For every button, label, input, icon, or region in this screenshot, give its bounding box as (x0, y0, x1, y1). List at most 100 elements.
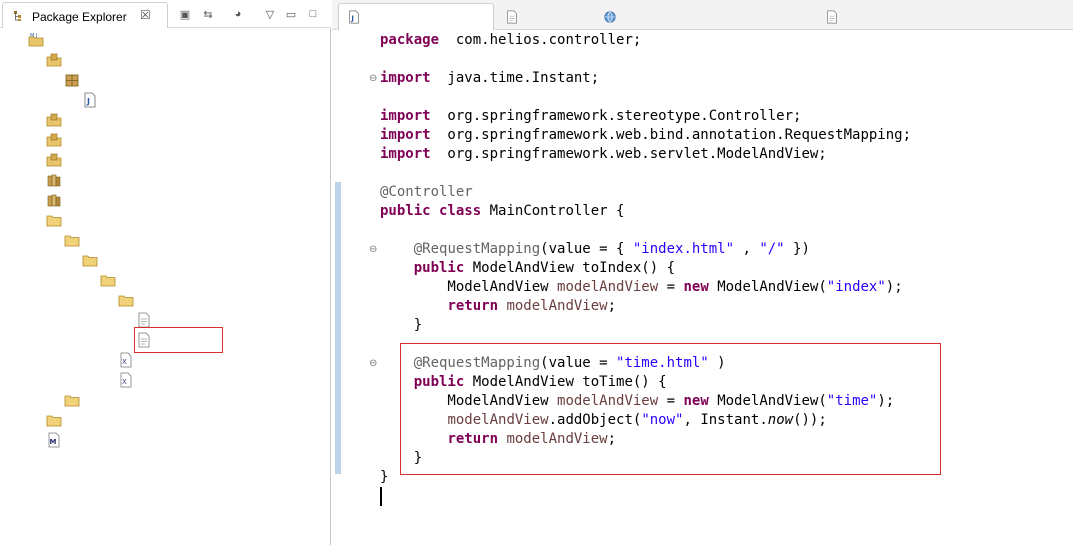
code-line[interactable]: import org.springframework.web.bind.anno… (380, 126, 911, 145)
editor-tab[interactable] (497, 3, 589, 30)
code-line[interactable]: import org.springframework.stereotype.Co… (380, 107, 801, 126)
code-line[interactable]: ModelAndView modelAndView = new ModelAnd… (380, 278, 903, 297)
code-line[interactable]: public ModelAndView toIndex() { (380, 259, 675, 278)
code-line[interactable]: } (380, 449, 422, 468)
string-token: "index" (826, 279, 886, 295)
code-token: , Instant. (683, 412, 768, 428)
editor-tab[interactable]: J (338, 3, 494, 30)
source-folder-icon (46, 52, 62, 68)
tree-item[interactable] (30, 110, 67, 130)
tree-item[interactable]: X (102, 370, 139, 390)
folder-icon (100, 272, 116, 288)
tree-item[interactable] (30, 130, 67, 150)
chevron-down-icon[interactable] (30, 50, 42, 70)
tree-item[interactable] (120, 330, 157, 350)
chevron-right-icon[interactable] (66, 90, 78, 110)
tree-item[interactable] (30, 190, 71, 210)
tree-item[interactable] (48, 390, 85, 410)
code-token: (value = (540, 355, 617, 371)
folder-icon (118, 292, 134, 308)
view-menu-icon[interactable]: ▽ (262, 6, 278, 22)
tree-item[interactable] (30, 170, 67, 190)
chevron-right-icon[interactable] (30, 410, 42, 430)
chevron-down-icon[interactable] (102, 290, 114, 310)
code-token: ModelAndView( (708, 279, 827, 295)
folder-icon (64, 392, 80, 408)
chevron-right-icon[interactable] (30, 110, 42, 130)
editor-tab[interactable] (595, 3, 810, 30)
keyword-token: import (380, 70, 431, 86)
fold-toggle-icon[interactable]: ⊖ (369, 240, 377, 259)
chevron-right-icon[interactable] (30, 170, 42, 190)
source-folder-icon (46, 132, 62, 148)
code-token: = (658, 393, 684, 409)
package-explorer-tab[interactable]: Package Explorer ☒ (2, 2, 168, 28)
chevron-down-icon[interactable] (12, 30, 24, 50)
chevron-down-icon[interactable] (48, 230, 60, 250)
editor-tab[interactable] (817, 3, 887, 30)
code-token: .addObject( (548, 412, 642, 428)
tree-item[interactable] (84, 270, 121, 290)
tree-item[interactable] (66, 250, 103, 270)
keyword-token: class (439, 203, 482, 219)
code-line[interactable]: public class MainController { (380, 202, 624, 221)
code-line[interactable]: @Controller (380, 183, 473, 202)
keyword-token: public (413, 374, 465, 390)
code-line[interactable]: return modelAndView; (380, 297, 616, 316)
tree-item[interactable] (120, 310, 157, 330)
file-icon (136, 312, 152, 328)
tree-item[interactable] (102, 290, 139, 310)
tree-item[interactable]: M (30, 430, 67, 450)
code-token: com.helios.controller; (439, 32, 642, 48)
file-icon (505, 10, 519, 24)
code-line[interactable]: modelAndView.addObject("now", Instant.no… (380, 411, 826, 430)
code-line[interactable]: } (380, 316, 422, 335)
fold-toggle-icon[interactable]: ⊖ (369, 69, 377, 88)
code-token: ModelAndView (380, 393, 558, 409)
code-line[interactable]: @RequestMapping(value = { "index.html" ,… (380, 240, 810, 259)
code-line[interactable]: } (380, 468, 388, 487)
tree-item[interactable] (30, 210, 67, 230)
tree-item[interactable] (30, 50, 67, 70)
chevron-down-icon[interactable] (30, 210, 42, 230)
chevron-down-icon[interactable] (48, 70, 60, 90)
variable-token: modelAndView (557, 279, 659, 295)
code-token: java.time.Instant; (430, 70, 600, 86)
link-with-editor-icon[interactable]: ⇆ (200, 6, 216, 22)
tree-item[interactable] (30, 410, 67, 430)
focus-icon[interactable]: ◕ (230, 6, 246, 22)
close-icon[interactable]: ☒ (140, 8, 151, 22)
chevron-down-icon[interactable] (66, 250, 78, 270)
collapse-all-icon[interactable]: ▣ (177, 6, 193, 22)
code-line[interactable]: public ModelAndView toTime() { (380, 373, 667, 392)
fold-toggle-icon[interactable]: ⊖ (369, 354, 377, 373)
code-line[interactable]: return modelAndView; (380, 430, 616, 449)
code-line[interactable]: @RequestMapping(value = "time.html" ) (380, 354, 726, 373)
package-explorer-icon (14, 11, 21, 21)
code-token: = (658, 279, 684, 295)
code-line[interactable]: ModelAndView modelAndView = new ModelAnd… (380, 392, 894, 411)
minimize-icon[interactable]: ▭ (283, 6, 299, 22)
chevron-right-icon[interactable] (30, 190, 42, 210)
maximize-icon[interactable]: □ (305, 6, 321, 22)
tree-item[interactable] (48, 70, 85, 90)
code-line[interactable]: package com.helios.controller; (380, 31, 641, 50)
tree-item[interactable]: X (102, 350, 139, 370)
tree-item[interactable]: MJ (12, 30, 49, 50)
chevron-down-icon[interactable] (84, 270, 96, 290)
java-file-icon: J (82, 92, 98, 108)
code-line[interactable]: import java.time.Instant; (380, 69, 599, 88)
code-token: ); (885, 279, 903, 295)
code-area[interactable]: ⊖ ⊖ ⊖ package com.helios.controller; import… (332, 30, 1073, 545)
tree-item[interactable]: J (66, 90, 103, 110)
keyword-token: package (380, 32, 440, 48)
tree-item[interactable] (48, 230, 85, 250)
code-line[interactable]: import org.springframework.web.servlet.M… (380, 145, 827, 164)
tree-item[interactable] (30, 150, 67, 170)
code-token: (value = { (540, 241, 633, 257)
string-token: "/" (759, 241, 785, 257)
